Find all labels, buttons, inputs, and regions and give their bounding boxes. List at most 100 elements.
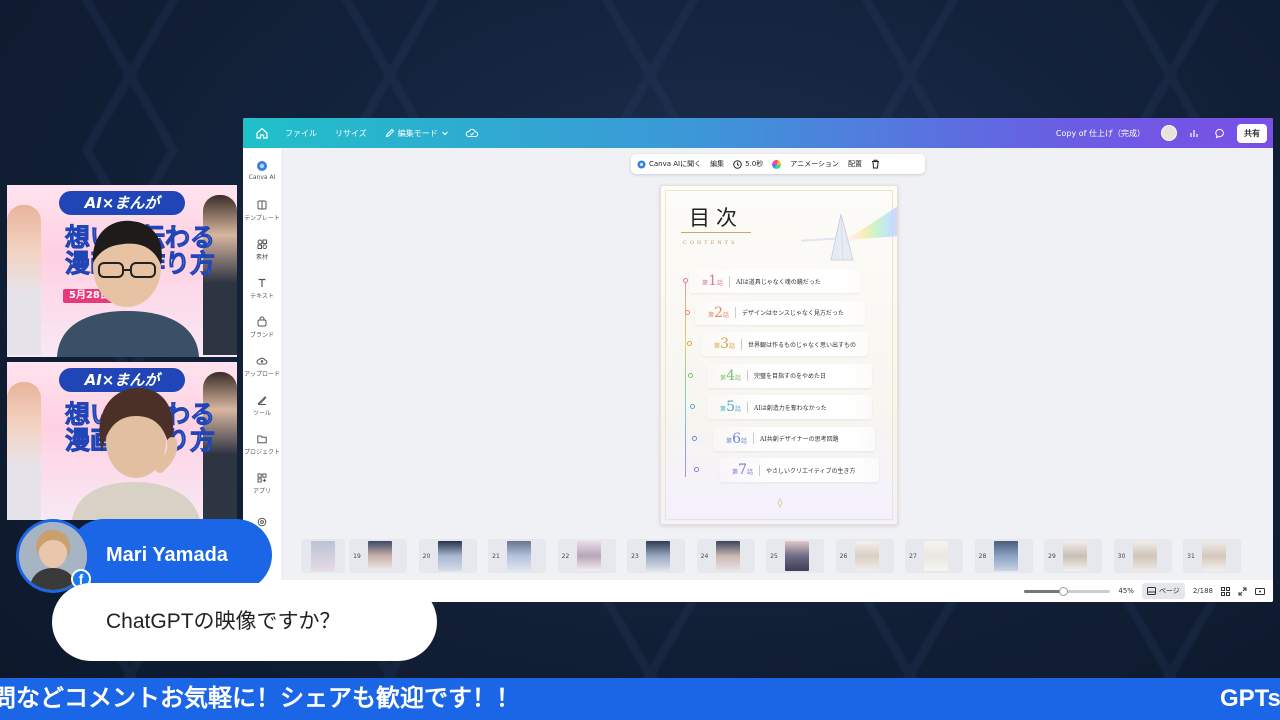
host-person [57,220,199,357]
comments-button[interactable] [1211,124,1229,142]
chapter-separator [747,401,748,413]
edit-mode-dropdown[interactable]: 編集モード [385,128,449,139]
grid-view-icon[interactable] [1221,586,1230,596]
page-filmstrip: 19 20 21 22 23 24 25 26 27 28 29 30 31 [281,535,1273,577]
page-counter: 2/188 [1192,587,1213,595]
zoom-level: 45% [1118,587,1134,595]
page-thumbnail[interactable]: 22 [557,539,616,573]
chapter-digit: 1 [708,273,717,289]
menu-resize[interactable]: リサイズ [335,128,367,139]
page-thumbnail[interactable]: 21 [488,539,546,573]
page-thumbnail[interactable]: 27 [905,539,963,573]
page-thumbnail[interactable]: 26 [835,539,894,573]
comment-icon [1214,128,1224,139]
page-thumbnail[interactable]: 29 [1044,539,1102,573]
ticker-text: 問などコメントお気軽に！シェアも歓迎です！！ [0,685,520,712]
chapter-digit: 2 [714,304,723,321]
page-thumbnail[interactable]: 25 [766,539,824,573]
sidebar-item-label: テンプレート [244,215,280,222]
chapter-title: やさしいクリエイティブの生き方 [766,467,856,475]
pages-button[interactable]: ページ [1141,583,1185,599]
canva-ai-ask-button[interactable]: Canva AIに聞く [637,159,701,169]
thumbnail-image [924,541,948,571]
chapter-title: デザインはセンスじゃなく見方だった [742,310,844,317]
chapter-row[interactable]: 第6話 AI共創デザイナーの思考回路 [713,426,876,451]
page-thumbnail[interactable]: 31 [1183,539,1241,573]
thumbnail-number: 22 [561,553,570,560]
sidebar-item-upload[interactable]: アップロード [243,355,281,378]
duration-label: 5.0秒 [745,160,764,168]
share-button[interactable]: 共有 [1237,123,1267,143]
page-title: 目次 [689,206,743,230]
folder-icon [257,435,267,444]
apps-icon [257,473,267,483]
zoom-slider-fill [1024,589,1064,593]
page-thumbnail[interactable]: 30 [1113,539,1172,573]
chapter-row[interactable]: 第1話 AIは道具じゃなく魂の鏡だった [689,269,861,293]
sidebar-item-brand[interactable]: ブランド [243,316,281,339]
present-icon[interactable] [1255,587,1265,596]
page-thumbnail[interactable]: 24 [696,539,755,573]
thumbnail-number: 19 [353,553,361,560]
sidebar-item-text[interactable]: テキスト [243,277,281,300]
sidebar-item-canva-ai[interactable]: Canva AI [243,160,281,181]
canva-ai-icon [637,160,646,168]
chapter-digit: 5 [726,399,735,415]
chapter-number: 第2話 [695,305,729,321]
thumbnail-image [785,541,809,571]
sidebar-item-tools[interactable]: ツール [243,394,281,417]
page-thumbnail[interactable]: 20 [418,539,477,573]
document-title[interactable]: Copy of 仕上げ（完成） [1056,128,1145,139]
edit-button[interactable]: 編集 [710,159,724,169]
chapter-separator [747,370,748,381]
chapter-suffix: 話 [728,343,735,350]
thumbnail-number: 26 [839,553,848,560]
thumbnail-number: 25 [770,553,778,560]
chapter-row[interactable]: 第5話 AIは創造力を奪わなかった [707,395,872,419]
sidebar-item-template[interactable]: テンプレート [243,199,281,222]
thumbnail-number: 23 [631,553,639,560]
chapter-row[interactable]: 第2話 デザインはセンスじゃなく見方だった [695,300,865,325]
chapter-row[interactable]: 第4話 完璧を目指すのをやめた日 [707,363,872,388]
user-avatar[interactable] [1161,125,1177,141]
chapter-number: 第3話 [701,336,735,352]
design-page-table-of-contents[interactable]: 目次 CONTENTS 第1話 AIは道具じゃなく魂の鏡だった 第2話 デザインはセン… [660,185,898,525]
bar-chart-icon [1190,130,1198,137]
banner-speaker-left [7,205,41,355]
duration-button[interactable]: 5.0秒 [733,159,763,169]
zoom-slider[interactable] [1024,586,1111,596]
thumbnail-image [576,541,601,571]
chapter-row[interactable]: 第3話 世界観は作るものじゃなく思い出すもの [701,332,869,356]
sidebar-item-elements[interactable]: 素材 [243,238,281,261]
zoom-slider-handle[interactable] [1059,586,1069,596]
sidebar-item-projects[interactable]: プロジェクト [243,433,281,456]
sidebar-item-label: プロジェクト [243,449,280,456]
menu-file[interactable]: ファイル [285,128,317,139]
chapter-row[interactable]: 第7話 やさしいクリエイティブの生き方 [719,458,879,482]
position-button[interactable]: 配置 [848,159,862,169]
page-thumbnail[interactable]: 23 [627,539,685,573]
page-thumbnail[interactable]: 28 [974,539,1033,573]
page-thumbnail[interactable] [301,539,345,573]
chapter-digit: 6 [732,430,741,447]
animation-button[interactable]: アニメーション [790,159,839,169]
chapter-separator [735,307,736,318]
pages-label: ページ [1158,587,1180,595]
chapter-separator [759,464,760,476]
canva-editor-window: ファイル リサイズ 編集モード Copy of 仕上げ（完成） 共有 Canva… [243,118,1273,602]
chapter-marker [686,341,692,346]
color-wheel-icon[interactable] [772,159,782,169]
page-thumbnail[interactable]: 19 [349,539,407,573]
thumbnail-image [311,541,335,571]
top-bar: ファイル リサイズ 編集モード Copy of 仕上げ（完成） 共有 [243,118,1273,148]
home-icon[interactable] [255,126,269,140]
insights-button[interactable] [1185,124,1203,142]
sidebar-item-label: アップロード [243,371,280,378]
template-icon [257,200,267,210]
trash-icon[interactable] [871,159,880,169]
cloud-sync-icon[interactable] [465,127,479,139]
chapter-suffix: 話 [722,311,729,319]
fullscreen-icon[interactable] [1238,587,1247,596]
sidebar-item-apps[interactable]: アプリ [243,472,281,495]
thumbnail-number: 29 [1048,553,1056,560]
